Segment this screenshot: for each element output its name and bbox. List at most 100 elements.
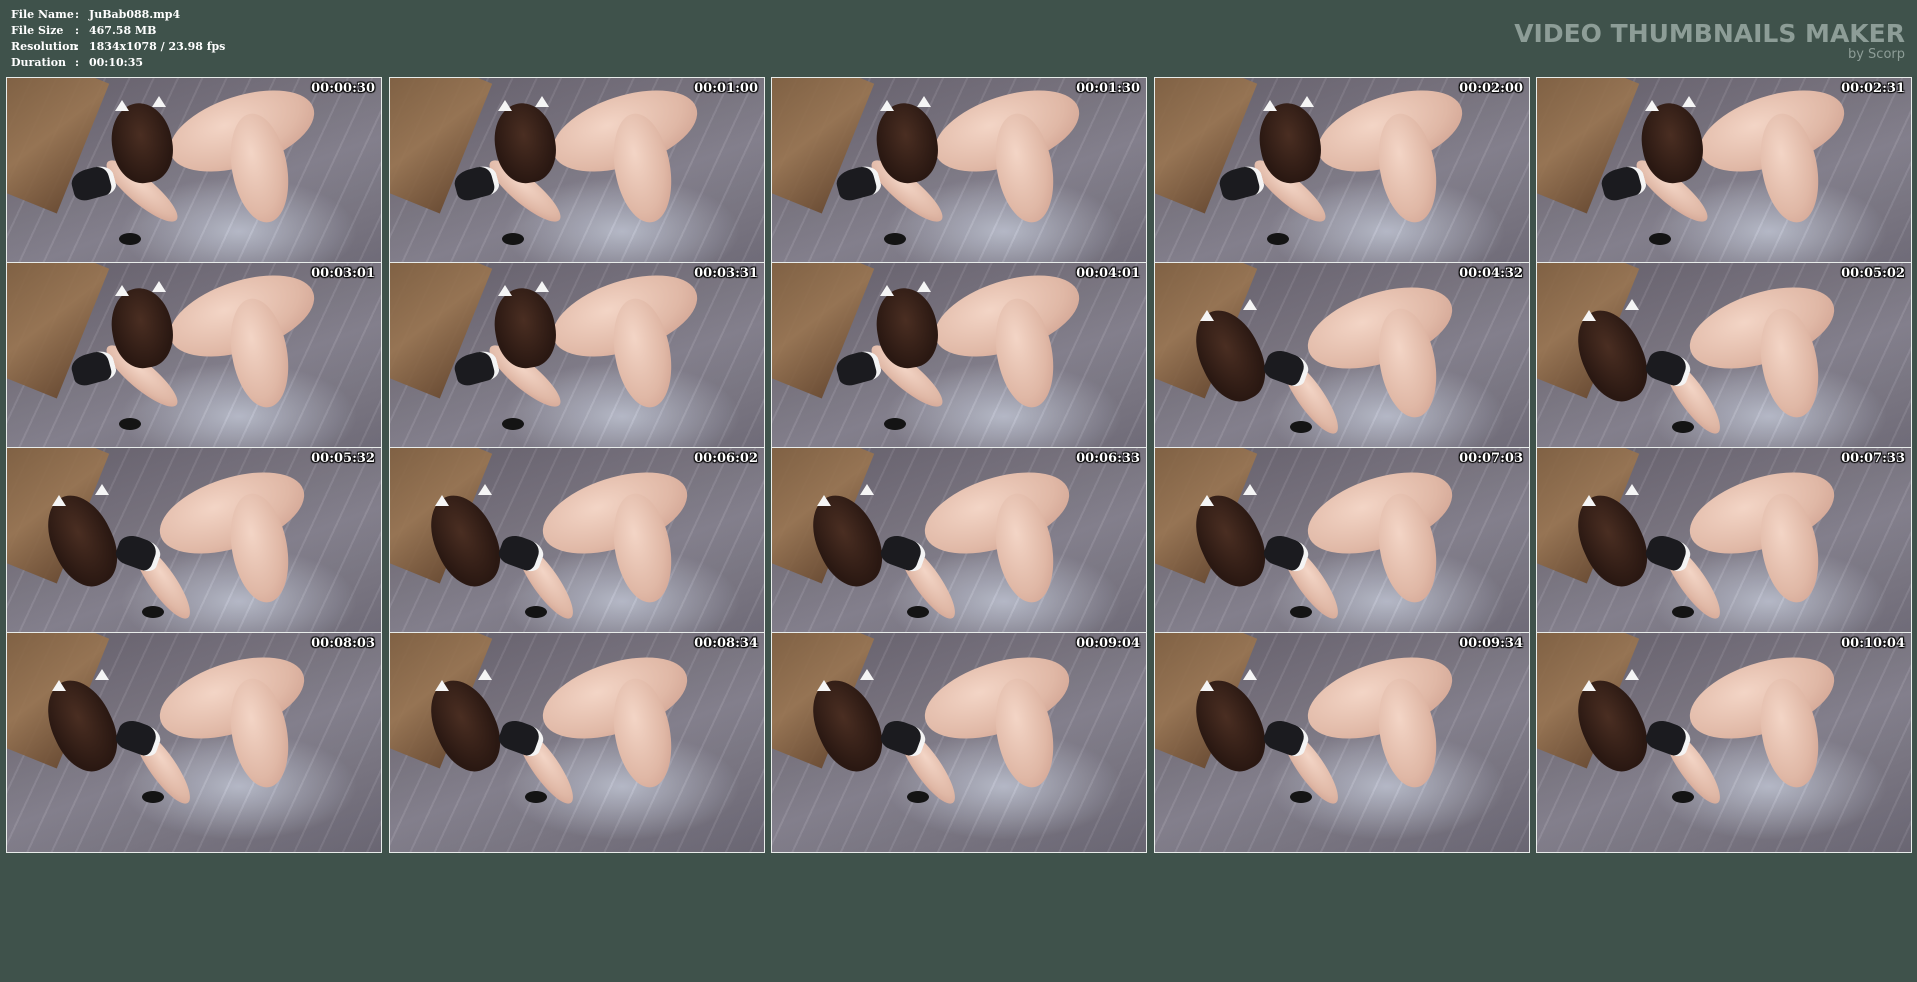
- mic-stand-base: [502, 418, 524, 430]
- file-name-label: File Name: [11, 8, 74, 21]
- cat-ear: [817, 680, 831, 691]
- cat-ear: [1582, 310, 1596, 321]
- mic-stand-base: [1649, 233, 1671, 245]
- thumbnail-frame[interactable]: 00:09:04: [771, 632, 1147, 853]
- cat-ear: [860, 484, 874, 495]
- cat-ear: [115, 285, 129, 296]
- file-info-row: File Name : JuBab088.mp4: [11, 7, 225, 23]
- cat-ear: [1300, 96, 1314, 107]
- cat-ear: [1200, 495, 1214, 506]
- cat-ear: [1625, 669, 1639, 680]
- cat-ear: [115, 100, 129, 111]
- mic-stand-base: [1672, 791, 1694, 803]
- mic-stand-base: [142, 791, 164, 803]
- cat-ear: [498, 285, 512, 296]
- separator: :: [75, 8, 80, 21]
- duration-value: 00:10:35: [89, 56, 144, 69]
- cat-ear: [917, 96, 931, 107]
- cat-ear: [880, 100, 894, 111]
- cat-ear: [860, 669, 874, 680]
- cat-ear: [880, 285, 894, 296]
- timestamp-label: 00:07:03: [1459, 451, 1523, 466]
- cat-ear: [1682, 96, 1696, 107]
- cat-ear: [1263, 100, 1277, 111]
- mic-stand-base: [1290, 421, 1312, 433]
- cat-ear: [52, 680, 66, 691]
- cat-ear: [478, 484, 492, 495]
- timestamp-label: 00:03:31: [694, 266, 758, 281]
- cat-ear: [435, 495, 449, 506]
- mic-stand-base: [884, 233, 906, 245]
- mic-stand-base: [1672, 606, 1694, 618]
- cat-ear: [95, 484, 109, 495]
- thumbnail-frame[interactable]: 00:08:03: [6, 632, 382, 853]
- timestamp-label: 00:02:31: [1841, 81, 1905, 96]
- mic-stand-base: [525, 791, 547, 803]
- timestamp-label: 00:06:02: [694, 451, 758, 466]
- separator: :: [75, 40, 80, 53]
- cat-ear: [95, 669, 109, 680]
- cat-ear: [498, 100, 512, 111]
- file-size-label: File Size: [11, 24, 64, 37]
- mic-stand-base: [1267, 233, 1289, 245]
- timestamp-label: 00:06:33: [1076, 451, 1140, 466]
- mic-stand-base: [907, 791, 929, 803]
- timestamp-label: 00:10:04: [1841, 636, 1905, 651]
- timestamp-label: 00:09:34: [1459, 636, 1523, 651]
- timestamp-label: 00:05:32: [311, 451, 375, 466]
- timestamp-label: 00:04:32: [1459, 266, 1523, 281]
- mic-stand-base: [1672, 421, 1694, 433]
- cat-ear: [152, 96, 166, 107]
- thumbnail-frame[interactable]: 00:10:04: [1536, 632, 1912, 853]
- mic-stand-base: [907, 606, 929, 618]
- timestamp-label: 00:01:30: [1076, 81, 1140, 96]
- cat-ear: [1582, 680, 1596, 691]
- timestamp-label: 00:05:02: [1841, 266, 1905, 281]
- file-name-value: JuBab088.mp4: [89, 8, 181, 21]
- watermark-title: VIDEO THUMBNAILS MAKER: [1514, 19, 1905, 48]
- file-info-row: Duration : 00:10:35: [11, 55, 225, 71]
- duration-label: Duration: [11, 56, 67, 69]
- cat-ear: [1582, 495, 1596, 506]
- mic-stand-base: [1290, 606, 1312, 618]
- header: File Name : JuBab088.mp4 File Size : 467…: [0, 0, 1917, 76]
- cat-ear: [152, 281, 166, 292]
- timestamp-label: 00:03:01: [311, 266, 375, 281]
- thumbnail-grid: 00:00:30 00:01:00 00:01:30 00:02:00 00:02:31…: [6, 77, 1912, 975]
- cat-ear: [478, 669, 492, 680]
- timestamp-label: 00:00:30: [311, 81, 375, 96]
- timestamp-label: 00:04:01: [1076, 266, 1140, 281]
- timestamp-label: 00:07:33: [1841, 451, 1905, 466]
- mic-stand-base: [1290, 791, 1312, 803]
- file-size-value: 467.58 MB: [89, 24, 157, 37]
- cat-ear: [1200, 680, 1214, 691]
- cat-ear: [52, 495, 66, 506]
- timestamp-label: 00:08:03: [311, 636, 375, 651]
- cat-ear: [535, 96, 549, 107]
- timestamp-label: 00:08:34: [694, 636, 758, 651]
- mic-stand-base: [119, 233, 141, 245]
- mic-stand-base: [142, 606, 164, 618]
- mic-stand-base: [884, 418, 906, 430]
- cat-ear: [535, 281, 549, 292]
- watermark-subtitle: by Scorp: [1847, 47, 1905, 62]
- file-info-row: File Size : 467.58 MB: [11, 23, 225, 39]
- timestamp-label: 00:02:00: [1459, 81, 1523, 96]
- thumbnail-frame[interactable]: 00:08:34: [389, 632, 765, 853]
- timestamp-label: 00:09:04: [1076, 636, 1140, 651]
- cat-ear: [1243, 299, 1257, 310]
- thumbnail-frame[interactable]: 00:09:34: [1154, 632, 1530, 853]
- watermark-logo: VIDEO THUMBNAILS MAKER by Scorp: [1514, 19, 1905, 62]
- mic-stand-base: [119, 418, 141, 430]
- timestamp-label: 00:01:00: [694, 81, 758, 96]
- cat-ear: [917, 281, 931, 292]
- file-info: File Name : JuBab088.mp4 File Size : 467…: [11, 7, 225, 71]
- cat-ear: [1625, 299, 1639, 310]
- cat-ear: [1625, 484, 1639, 495]
- separator: :: [75, 24, 80, 37]
- cat-ear: [1200, 310, 1214, 321]
- cat-ear: [1243, 669, 1257, 680]
- resolution-value: 1834x1078 / 23.98 fps: [89, 40, 226, 53]
- resolution-label: Resolution: [11, 40, 78, 53]
- file-info-row: Resolution : 1834x1078 / 23.98 fps: [11, 39, 225, 55]
